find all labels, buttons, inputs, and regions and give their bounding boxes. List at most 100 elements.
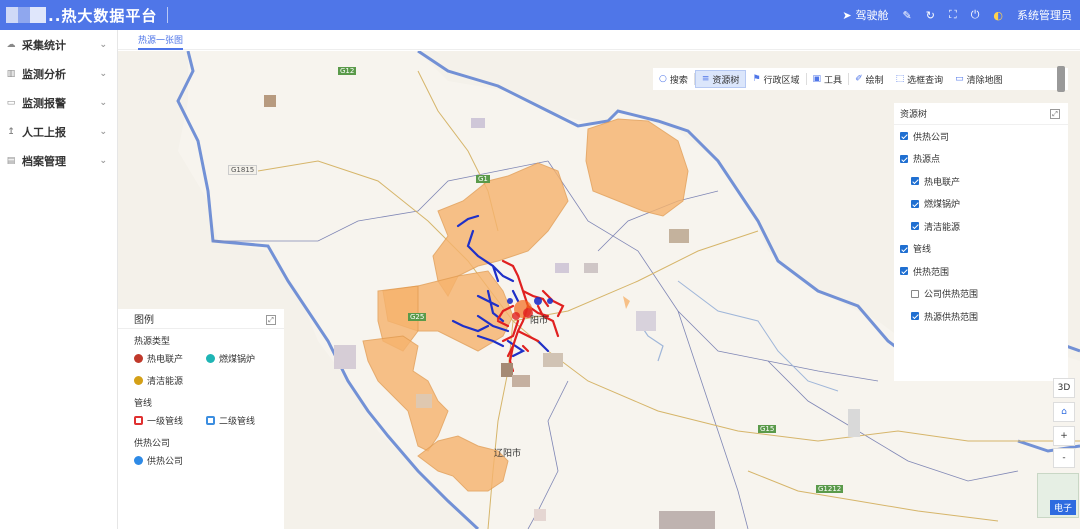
map-marker[interactable]	[848, 409, 860, 437]
checkbox[interactable]	[900, 267, 908, 276]
road-label: G1	[476, 175, 490, 183]
tree-node[interactable]: 公司供热范围	[894, 283, 1068, 306]
checkbox[interactable]	[911, 199, 919, 208]
tree-node-label: 公司供热范围	[924, 290, 979, 301]
legend-item-label: 一级管线	[147, 416, 184, 427]
basemap-switcher[interactable]: 电子	[1037, 473, 1079, 518]
legend-row: 供热公司	[118, 449, 284, 471]
box-query-tool[interactable]: ⬚ 选框查询	[890, 70, 950, 88]
legend-item-company: 供热公司	[134, 454, 206, 467]
map-marker[interactable]	[659, 511, 715, 529]
sidebar-item-label: 采集统计	[22, 38, 66, 52]
tree-node[interactable]: 热源点	[894, 148, 1068, 171]
sidebar-item-collection[interactable]: ☁ 采集统计 ⌄	[0, 30, 117, 59]
tab-bar: 热源一张图	[118, 30, 1080, 50]
fullscreen-button[interactable]: ⛶	[949, 8, 957, 22]
checkbox[interactable]	[911, 312, 919, 321]
tools-tool-label: 工具	[824, 75, 843, 86]
clear-map-tool[interactable]: ▭ 清除地图	[949, 70, 1009, 88]
map-marker[interactable]	[543, 353, 563, 367]
sidebar-item-alarm[interactable]: ▭ 监测报警 ⌄	[0, 88, 117, 117]
tools-tool[interactable]: ▣ 工具	[807, 70, 849, 88]
legend-row: 清洁能源	[118, 369, 284, 391]
checkbox[interactable]	[900, 132, 908, 141]
legend-item-label: 燃煤锅炉	[219, 354, 256, 365]
cockpit-button[interactable]: ➤ 驾驶舱	[842, 7, 888, 23]
map-canvas[interactable]: 阳市 辽阳市 G12 G1815 G25 G15 G1 G1212 ○ 搜索 ≡…	[118, 51, 1080, 529]
map-marker[interactable]	[534, 509, 546, 521]
company-marker-icon	[134, 455, 143, 465]
map-marker[interactable]	[555, 263, 569, 273]
tree-node-label: 供热范围	[913, 267, 950, 278]
zoom-out-button[interactable]: -	[1053, 448, 1075, 468]
search-icon: ○	[659, 74, 667, 84]
expand-icon[interactable]: ⤢	[266, 315, 276, 325]
sidebar-item-label: 人工上报	[22, 125, 66, 139]
chp-marker-icon	[134, 353, 143, 363]
tree-node[interactable]: 燃煤锅炉	[894, 193, 1068, 216]
chevron-down-icon: ⌄	[99, 97, 107, 108]
tree-node[interactable]: 热源供热范围	[894, 305, 1068, 328]
map-marker[interactable]	[471, 118, 485, 128]
tree-node[interactable]: 热电联产	[894, 170, 1068, 193]
avatar[interactable]: ◐	[993, 9, 1003, 22]
sidebar-item-archive[interactable]: ▤ 档案管理 ⌄	[0, 146, 117, 175]
resource-tree-panel: 资源树 ⤢ 供热公司 热源点 热电联产 燃煤锅炉 清洁能源 管线 供热范围 公司…	[894, 103, 1068, 381]
draw-icon: ✐	[855, 74, 863, 84]
map-marker[interactable]	[512, 375, 530, 387]
map-marker[interactable]	[264, 95, 276, 107]
search-tool[interactable]: ○ 搜索	[653, 70, 694, 88]
tree-node-label: 供热公司	[913, 132, 950, 143]
top-header-bar: ..热大数据平台 ➤ 驾驶舱 ✎ ↻ ⛶ ⏻ ◐ 系统管理员	[0, 0, 1080, 30]
refresh-icon: ↻	[925, 8, 935, 22]
map-marker[interactable]	[669, 229, 689, 243]
home-button[interactable]: ⌂	[1053, 402, 1075, 422]
tree-node[interactable]: 清洁能源	[894, 215, 1068, 238]
chevron-down-icon: ⌄	[99, 39, 107, 50]
legend-group-label: 供热公司	[134, 438, 171, 449]
sidebar-item-analysis[interactable]: ▥ 监测分析 ⌄	[0, 59, 117, 88]
draw-tool[interactable]: ✐ 绘制	[849, 70, 890, 88]
sidebar-item-report[interactable]: ↥ 人工上报 ⌄	[0, 117, 117, 146]
tree-node[interactable]: 供热公司	[894, 125, 1068, 148]
sidebar-item-label: 档案管理	[22, 154, 66, 168]
checkbox[interactable]	[900, 154, 908, 163]
checkbox[interactable]	[900, 244, 908, 253]
toolbar-scrollbar[interactable]	[1057, 66, 1065, 92]
tree-node[interactable]: 供热范围	[894, 260, 1068, 283]
zoom-in-button[interactable]: +	[1053, 426, 1075, 446]
legend-item-label: 供热公司	[147, 456, 184, 467]
primary-pipe-icon	[134, 415, 143, 425]
3d-toggle-button[interactable]: 3D	[1053, 378, 1075, 398]
admin-region-tool[interactable]: ⚑ 行政区域	[746, 70, 805, 88]
clear-map-tool-label: 清除地图	[966, 75, 1003, 86]
resource-tree-tool[interactable]: ≡ 资源树	[694, 70, 747, 88]
checkbox[interactable]	[911, 177, 919, 186]
flag-icon: ⚑	[752, 74, 761, 84]
refresh-button[interactable]: ↻	[926, 9, 935, 22]
user-name[interactable]: 系统管理员	[1017, 7, 1072, 23]
tab-heat-source-map[interactable]: 热源一张图	[138, 33, 184, 50]
sidebar: ☁ 采集统计 ⌄ ▥ 监测分析 ⌄ ▭ 监测报警 ⌄ ↥ 人工上报 ⌄ ▤ 档案…	[0, 30, 118, 529]
map-marker[interactable]	[636, 311, 656, 331]
cockpit-label: 驾驶舱	[855, 9, 889, 22]
expand-icon[interactable]: ⤢	[1050, 109, 1060, 119]
power-button[interactable]: ⏻	[971, 8, 980, 22]
map-marker[interactable]	[584, 263, 598, 273]
title-divider	[167, 7, 169, 23]
secondary-pipe-icon	[206, 415, 215, 425]
edit-icon: ✎	[902, 8, 912, 22]
edit-button[interactable]: ✎	[903, 9, 912, 22]
legend-row: 一级管线 二级管线	[118, 409, 284, 431]
tree-node[interactable]: 管线	[894, 238, 1068, 261]
road-label: G1815	[228, 165, 258, 175]
checkbox[interactable]	[911, 222, 919, 231]
toolbox-icon: ▣	[812, 74, 822, 84]
map-marker[interactable]	[416, 394, 432, 408]
road-label: G1212	[816, 485, 844, 493]
legend-title: 图例	[118, 309, 284, 329]
checkbox[interactable]	[911, 289, 919, 298]
road-label: G25	[408, 313, 427, 321]
map-marker[interactable]	[334, 345, 356, 369]
tree-node-label: 燃煤锅炉	[924, 200, 961, 211]
